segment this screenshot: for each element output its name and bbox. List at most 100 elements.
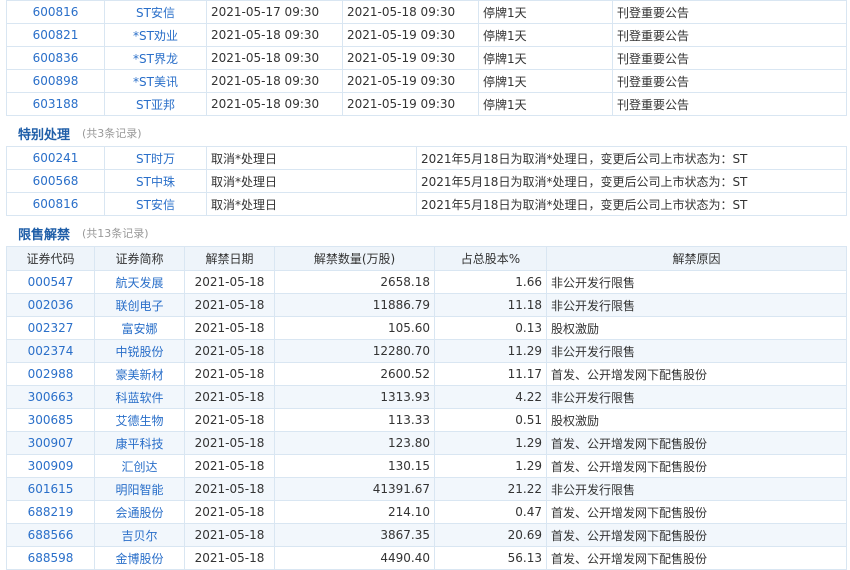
stock-code-link[interactable]: 002988 <box>28 367 74 381</box>
stock-code-link[interactable]: 300907 <box>28 436 74 450</box>
suspend-start-cell: 2021-05-18 09:30 <box>206 92 343 116</box>
unlock-date-cell: 2021-05-18 <box>184 362 275 386</box>
stock-name-cell: ST亚邦 <box>104 92 207 116</box>
stock-name-cell: 中锐股份 <box>94 339 185 363</box>
stock-name-link[interactable]: 康平科技 <box>115 437 163 451</box>
unlock-reason-cell: 非公开发行限售 <box>546 339 847 363</box>
stock-code-link[interactable]: 603188 <box>33 97 79 111</box>
stock-name-link[interactable]: 航天发展 <box>115 276 163 290</box>
stock-name-cell: *ST界龙 <box>104 46 207 70</box>
stock-code-link[interactable]: 002036 <box>28 298 74 312</box>
col-header-code[interactable]: 证券代码 <box>6 246 95 271</box>
unlock-quantity-cell: 2600.52 <box>274 362 435 386</box>
stock-name-link[interactable]: 汇创达 <box>121 460 157 474</box>
unlock-reason-cell: 非公开发行限售 <box>546 477 847 501</box>
unlock-date-cell: 2021-05-18 <box>184 270 275 294</box>
suspension-row: 603188 ST亚邦 2021-05-18 09:30 2021-05-19 09:… <box>6 92 847 116</box>
stock-code-link[interactable]: 000547 <box>28 275 74 289</box>
unlock-date-cell: 2021-05-18 <box>184 546 275 570</box>
suspend-start-cell: 2021-05-17 09:30 <box>206 0 343 24</box>
stock-name-cell: 明阳智能 <box>94 477 185 501</box>
col-header-quantity[interactable]: 解禁数量(万股) <box>274 246 435 271</box>
stock-name-cell: *ST美讯 <box>104 69 207 93</box>
suspend-duration-cell: 停牌1天 <box>478 69 613 93</box>
stock-code-link[interactable]: 688598 <box>28 551 74 565</box>
stock-code-link[interactable]: 002374 <box>28 344 74 358</box>
stock-code-cell: 600816 <box>6 0 105 24</box>
stock-name-link[interactable]: ST安信 <box>136 198 175 212</box>
stock-code-link[interactable]: 300909 <box>28 459 74 473</box>
unlock-quantity-cell: 123.80 <box>274 431 435 455</box>
stock-code-link[interactable]: 600821 <box>33 28 79 42</box>
col-header-name[interactable]: 证券简称 <box>94 246 185 271</box>
stock-code-cell: 600568 <box>6 169 105 193</box>
stock-code-link[interactable]: 688566 <box>28 528 74 542</box>
stock-name-link[interactable]: 联创电子 <box>115 299 163 313</box>
unlock-row: 002036 联创电子 2021-05-18 11886.79 11.18 非公开发行限售 <box>6 293 847 317</box>
col-header-reason[interactable]: 解禁原因 <box>546 246 847 271</box>
stock-name-link[interactable]: *ST美讯 <box>133 75 178 89</box>
stock-code-link[interactable]: 300685 <box>28 413 74 427</box>
stock-name-link[interactable]: ST安信 <box>136 6 175 20</box>
unlock-date-cell: 2021-05-18 <box>184 523 275 547</box>
stock-code-link[interactable]: 600836 <box>33 51 79 65</box>
stock-name-link[interactable]: ST亚邦 <box>136 98 175 112</box>
stock-code-link[interactable]: 600816 <box>33 197 79 211</box>
stock-code-link[interactable]: 600568 <box>33 174 79 188</box>
stock-name-cell: 汇创达 <box>94 454 185 478</box>
unlock-reason-cell: 首发、公开增发网下配售股份 <box>546 546 847 570</box>
stock-name-link[interactable]: 明阳智能 <box>115 483 163 497</box>
stock-name-cell: ST安信 <box>104 0 207 24</box>
unlock-row: 601615 明阳智能 2021-05-18 41391.67 21.22 非公开发行限售 <box>6 477 847 501</box>
unlock-percent-cell: 56.13 <box>434 546 547 570</box>
stock-code-link[interactable]: 600241 <box>33 151 79 165</box>
suspend-reason-cell: 刊登重要公告 <box>612 46 847 70</box>
stock-name-link[interactable]: *ST界龙 <box>133 52 178 66</box>
unlock-percent-cell: 11.18 <box>434 293 547 317</box>
stock-code-cell: 688219 <box>6 500 95 524</box>
unlock-header-row: 证券代码 证券简称 解禁日期 解禁数量(万股) 占总股本% 解禁原因 <box>6 246 847 271</box>
stock-code-link[interactable]: 601615 <box>28 482 74 496</box>
treatment-desc-cell: 2021年5月18日为取消*处理日，变更后公司上市状态为：ST <box>416 192 847 216</box>
stock-name-link[interactable]: ST时万 <box>136 152 175 166</box>
treatment-type-cell: 取消*处理日 <box>206 192 417 216</box>
stock-name-link[interactable]: ST中珠 <box>136 175 175 189</box>
stock-code-link[interactable]: 688219 <box>28 505 74 519</box>
stock-code-link[interactable]: 600816 <box>33 5 79 19</box>
stock-name-link[interactable]: 会通股份 <box>115 506 163 520</box>
stock-code-link[interactable]: 300663 <box>28 390 74 404</box>
unlock-date-cell: 2021-05-18 <box>184 385 275 409</box>
unlock-quantity-cell: 41391.67 <box>274 477 435 501</box>
suspend-end-cell: 2021-05-19 09:30 <box>342 69 479 93</box>
stock-code-cell: 300907 <box>6 431 95 455</box>
special-section-header: 特别处理 (共3条记录) <box>0 120 850 146</box>
special-row: 600568 ST中珠 取消*处理日 2021年5月18日为取消*处理日，变更后公司上… <box>6 169 847 193</box>
stock-name-link[interactable]: 吉贝尔 <box>121 529 157 543</box>
unlock-row: 300909 汇创达 2021-05-18 130.15 1.29 首发、公开增发网下配售… <box>6 454 847 478</box>
suspension-row: 600821 *ST劝业 2021-05-18 09:30 2021-05-19 09… <box>6 23 847 47</box>
stock-name-link[interactable]: 金博股份 <box>115 552 163 566</box>
stock-name-link[interactable]: 科蓝软件 <box>115 391 163 405</box>
suspend-end-cell: 2021-05-18 09:30 <box>342 0 479 24</box>
unlock-quantity-cell: 3867.35 <box>274 523 435 547</box>
stock-name-link[interactable]: 中锐股份 <box>115 345 163 359</box>
stock-name-link[interactable]: 艾德生物 <box>115 414 163 428</box>
unlock-reason-cell: 首发、公开增发网下配售股份 <box>546 362 847 386</box>
unlock-record-count: (共13条记录) <box>82 227 149 240</box>
stock-code-link[interactable]: 002327 <box>28 321 74 335</box>
stock-code-link[interactable]: 600898 <box>33 74 79 88</box>
unlock-quantity-cell: 4490.40 <box>274 546 435 570</box>
stock-name-cell: 康平科技 <box>94 431 185 455</box>
unlock-quantity-cell: 12280.70 <box>274 339 435 363</box>
stock-name-cell: *ST劝业 <box>104 23 207 47</box>
suspend-end-cell: 2021-05-19 09:30 <box>342 92 479 116</box>
stock-name-link[interactable]: 豪美新材 <box>115 368 163 382</box>
stock-name-link[interactable]: 富安娜 <box>121 322 157 336</box>
suspend-reason-cell: 刊登重要公告 <box>612 23 847 47</box>
stock-name-link[interactable]: *ST劝业 <box>133 29 178 43</box>
unlock-reason-cell: 非公开发行限售 <box>546 385 847 409</box>
unlock-reason-cell: 非公开发行限售 <box>546 270 847 294</box>
unlock-percent-cell: 0.13 <box>434 316 547 340</box>
col-header-date[interactable]: 解禁日期 <box>184 246 275 271</box>
col-header-percent[interactable]: 占总股本% <box>434 246 547 271</box>
